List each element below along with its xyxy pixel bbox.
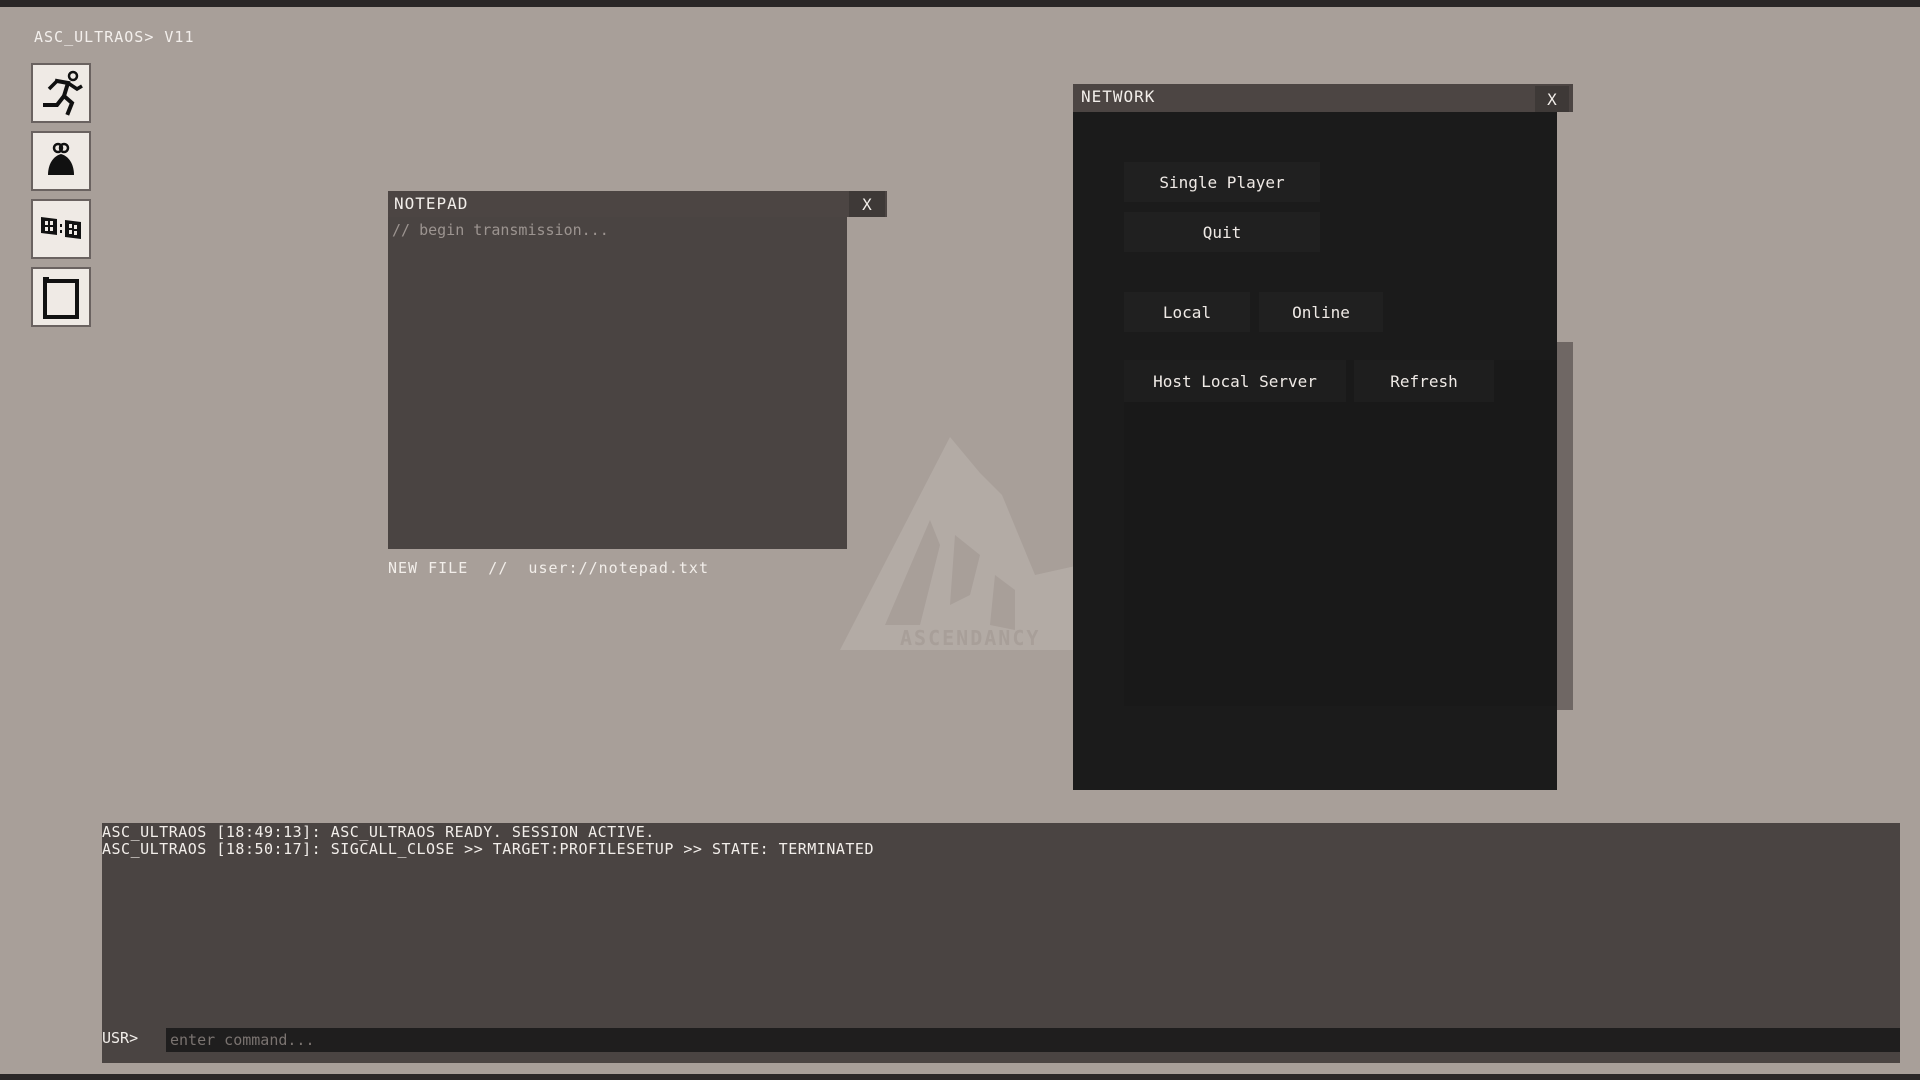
console-prompt-row: USR> — [102, 1028, 1900, 1052]
user-icon — [48, 142, 74, 175]
network-close-button[interactable]: X — [1535, 86, 1569, 112]
network-titlebar[interactable]: NETWORK — [1073, 84, 1573, 112]
tab-local[interactable]: Local — [1124, 292, 1250, 332]
single-player-button[interactable]: Single Player — [1124, 162, 1320, 202]
notepad-file-path: NEW FILE // user://notepad.txt — [388, 559, 709, 577]
logo-wordmark: ASCENDANCY — [900, 626, 1040, 650]
dock-item-profile[interactable] — [31, 131, 91, 191]
console-prompt-label: USR> — [102, 1029, 139, 1047]
notepad-titlebar[interactable]: NOTEPAD — [388, 191, 887, 217]
dock-item-running[interactable] — [31, 63, 91, 123]
running-man-icon — [43, 70, 83, 116]
network-body: Single Player Quit Local Online Host Loc… — [1073, 112, 1557, 790]
notepad-textarea[interactable] — [388, 217, 847, 549]
host-local-server-button[interactable]: Host Local Server — [1124, 360, 1346, 402]
dock-item-clock[interactable] — [31, 199, 91, 259]
notepad-close-button[interactable]: X — [849, 191, 885, 217]
network-window: NETWORK X Single Player Quit Local Onlin… — [1073, 84, 1573, 790]
notepad-icon — [43, 277, 79, 319]
notepad-title: NOTEPAD — [394, 194, 469, 213]
ascendancy-logo: ASCENDANCY — [840, 437, 1080, 650]
tab-online[interactable]: Online — [1259, 292, 1383, 332]
server-list-panel: Host Local Server Refresh — [1124, 360, 1557, 706]
screen-bottom-border — [0, 1074, 1920, 1080]
screen-top-border — [0, 0, 1920, 7]
network-side-strip — [1557, 342, 1573, 710]
console-log-line: ASC_ULTRAOS [18:49:13]: ASC_ULTRAOS READ… — [102, 823, 655, 841]
quit-button[interactable]: Quit — [1124, 212, 1320, 252]
console-panel: ASC_ULTRAOS [18:49:13]: ASC_ULTRAOS READ… — [102, 823, 1900, 1063]
command-input[interactable] — [166, 1028, 1900, 1052]
notepad-window: NOTEPAD X NEW FILE // user://notepad.txt — [388, 191, 887, 577]
refresh-button[interactable]: Refresh — [1354, 360, 1494, 402]
close-icon: X — [1547, 89, 1557, 109]
close-icon: X — [862, 194, 872, 214]
os-title: ASC_ULTRAOS> V11 — [34, 28, 195, 46]
notepad-body — [388, 217, 847, 549]
network-title: NETWORK — [1081, 87, 1156, 106]
dock-item-notepad[interactable] — [31, 267, 91, 327]
console-log-line: ASC_ULTRAOS [18:50:17]: SIGCALL_CLOSE >>… — [102, 840, 874, 858]
clock-icon — [41, 217, 81, 239]
